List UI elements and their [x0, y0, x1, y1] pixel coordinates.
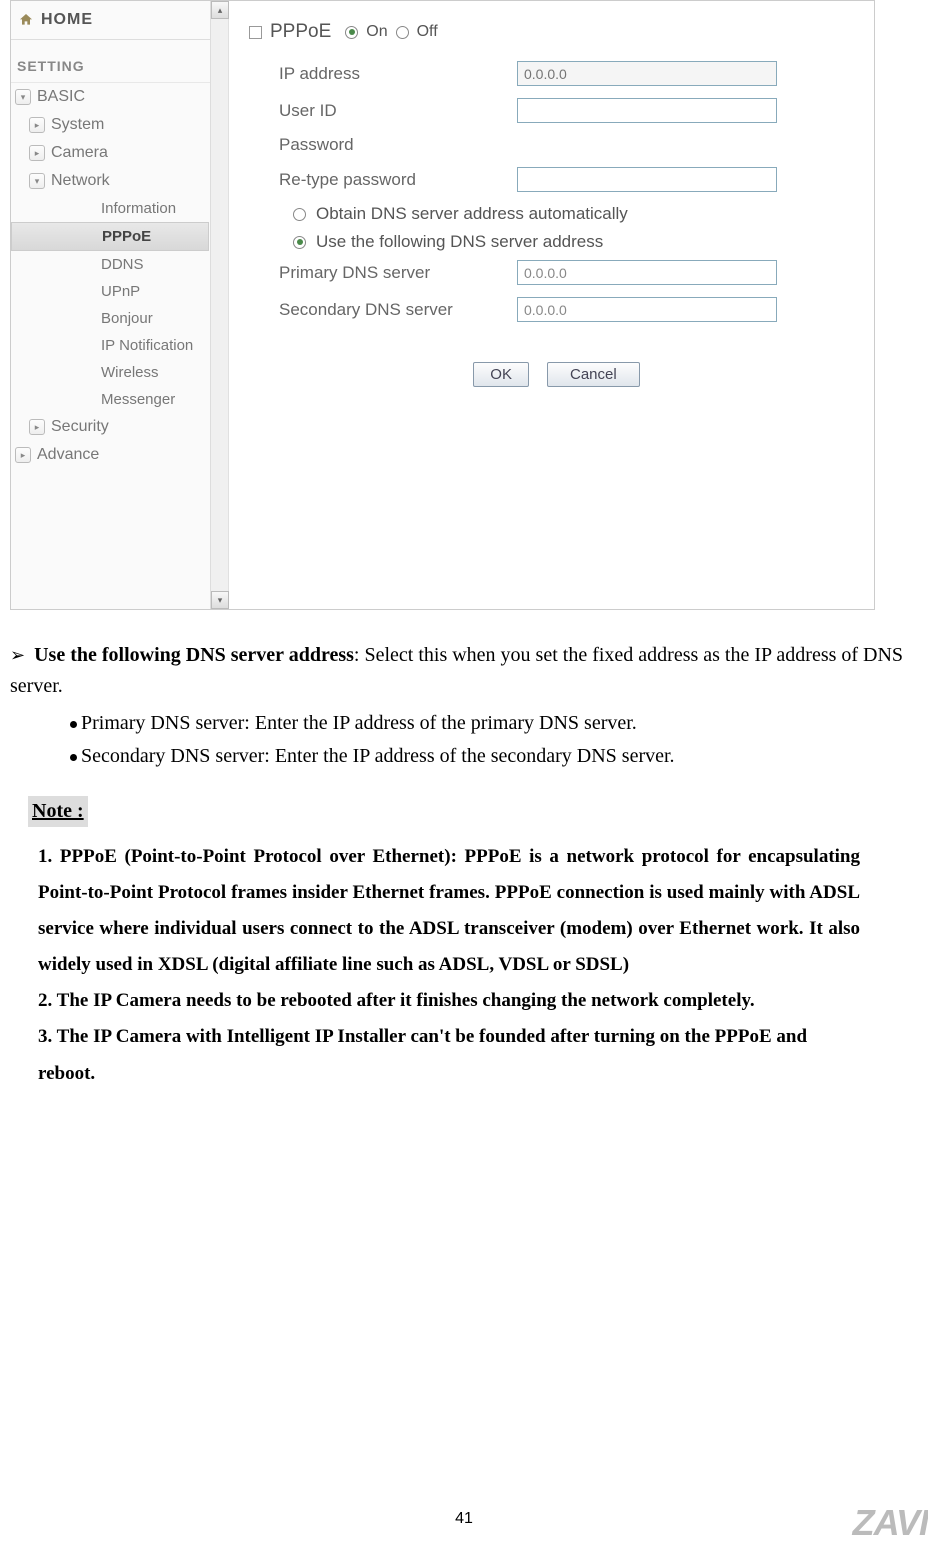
secondary-dns-bullet: Secondary DNS server: Enter the IP addre…	[10, 741, 910, 772]
pppoe-toggle-row: PPPoE On Off	[249, 21, 864, 43]
sidebar-inner: HOME SETTING ▾ BASIC ▸ System ▸ Camera ▾…	[11, 1, 211, 469]
sidebar-network-label: Network	[51, 172, 110, 190]
sidebar-security-label: Security	[51, 418, 109, 436]
label-information: Information	[101, 200, 176, 217]
sidebar-item-pppoe[interactable]: PPPoE	[11, 222, 209, 251]
chevron-down-icon: ▾	[15, 89, 31, 105]
dns-heading-bold: Use the following DNS server address	[34, 644, 354, 666]
sidebar-item-ipnotification[interactable]: IP Notification	[11, 332, 211, 359]
label-ddns: DDNS	[101, 256, 144, 273]
sidebar: HOME SETTING ▾ BASIC ▸ System ▸ Camera ▾…	[11, 1, 229, 609]
note-1: 1. PPPoE (Point-to-Point Protocol over E…	[10, 839, 910, 983]
label-upnp: UPnP	[101, 283, 140, 300]
sidebar-item-basic[interactable]: ▾ BASIC	[11, 83, 211, 111]
sidebar-item-camera[interactable]: ▸ Camera	[11, 139, 211, 167]
secondary-dns-text: Secondary DNS server: Enter the IP addre…	[81, 745, 675, 767]
chevron-down-icon: ▾	[29, 173, 45, 189]
secondary-dns-input[interactable]	[517, 297, 777, 322]
note-label: Note :	[28, 796, 88, 827]
primary-dns-bullet: Primary DNS server: Enter the IP address…	[10, 708, 910, 739]
ip-address-row: IP address	[249, 61, 864, 86]
sidebar-item-network[interactable]: ▾ Network	[11, 167, 211, 195]
sidebar-item-system[interactable]: ▸ System	[11, 111, 211, 139]
primary-dns-label: Primary DNS server	[249, 263, 509, 283]
user-id-row: User ID	[249, 98, 864, 123]
chevron-right-icon: ▸	[29, 145, 45, 161]
pppoe-off-radio[interactable]	[396, 26, 409, 39]
sidebar-basic-label: BASIC	[37, 88, 85, 106]
settings-panel: HOME SETTING ▾ BASIC ▸ System ▸ Camera ▾…	[10, 0, 875, 610]
home-icon	[17, 12, 35, 28]
note-2: 2. The IP Camera needs to be rebooted af…	[10, 983, 910, 1019]
retype-password-input[interactable]	[517, 167, 777, 192]
ip-address-label: IP address	[249, 64, 509, 84]
pppoe-on-radio[interactable]	[345, 26, 358, 39]
sidebar-item-upnp[interactable]: UPnP	[11, 278, 211, 305]
sidebar-item-messenger[interactable]: Messenger	[11, 386, 211, 413]
secondary-dns-label: Secondary DNS server	[249, 300, 509, 320]
note-3: 3. The IP Camera with Intelligent IP Ins…	[10, 1019, 910, 1091]
ok-button[interactable]: OK	[473, 362, 529, 387]
dns-heading-paragraph: ➢ Use the following DNS server address: …	[10, 640, 910, 702]
label-pppoe: PPPoE	[102, 228, 151, 245]
dns-auto-row[interactable]: Obtain DNS server address automatically	[249, 204, 864, 224]
dns-manual-label: Use the following DNS server address	[316, 232, 603, 252]
dns-manual-row[interactable]: Use the following DNS server address	[249, 232, 864, 252]
primary-dns-input[interactable]	[517, 260, 777, 285]
dns-auto-radio[interactable]	[293, 208, 306, 221]
cancel-button[interactable]: Cancel	[547, 362, 640, 387]
label-ipnotif: IP Notification	[101, 337, 193, 354]
bullet-icon	[70, 721, 77, 728]
document-text: ➢ Use the following DNS server address: …	[0, 640, 928, 1092]
pppoe-label: PPPoE	[270, 21, 331, 43]
brand-logo: ZAVI	[853, 1502, 928, 1544]
ip-address-input[interactable]	[517, 61, 777, 86]
user-id-label: User ID	[249, 101, 509, 121]
scroll-down-icon[interactable]: ▾	[211, 591, 229, 609]
chevron-right-icon: ▸	[29, 419, 45, 435]
sidebar-camera-label: Camera	[51, 144, 108, 162]
password-label: Password	[249, 135, 509, 155]
sidebar-advance-label: Advance	[37, 446, 99, 464]
label-messenger: Messenger	[101, 391, 175, 408]
sidebar-item-ddns[interactable]: DDNS	[11, 251, 211, 278]
sidebar-scrollbar[interactable]: ▴ ▾	[210, 1, 228, 609]
button-row: OK Cancel	[249, 362, 864, 387]
sidebar-item-bonjour[interactable]: Bonjour	[11, 305, 211, 332]
sidebar-section-setting: SETTING	[11, 40, 211, 83]
label-bonjour: Bonjour	[101, 310, 153, 327]
sidebar-item-wireless[interactable]: Wireless	[11, 359, 211, 386]
content-pane: PPPoE On Off IP address User ID Password…	[229, 1, 874, 609]
retype-password-label: Re-type password	[249, 170, 509, 190]
retype-password-row: Re-type password	[249, 167, 864, 192]
page-number: 41	[0, 1510, 928, 1528]
arrow-bullet-icon: ➢	[10, 645, 25, 665]
sidebar-home[interactable]: HOME	[11, 3, 211, 40]
sidebar-item-security[interactable]: ▸ Security	[11, 413, 211, 441]
pppoe-checkbox[interactable]	[249, 26, 262, 39]
sidebar-system-label: System	[51, 116, 104, 134]
label-wireless: Wireless	[101, 364, 159, 381]
sidebar-home-label: HOME	[41, 11, 93, 29]
primary-dns-row: Primary DNS server	[249, 260, 864, 285]
user-id-input[interactable]	[517, 98, 777, 123]
chevron-right-icon: ▸	[29, 117, 45, 133]
primary-dns-text: Primary DNS server: Enter the IP address…	[81, 712, 637, 734]
secondary-dns-row: Secondary DNS server	[249, 297, 864, 322]
chevron-right-icon: ▸	[15, 447, 31, 463]
dns-auto-label: Obtain DNS server address automatically	[316, 204, 628, 224]
dns-manual-radio[interactable]	[293, 236, 306, 249]
password-row: Password	[249, 135, 864, 155]
bullet-icon	[70, 754, 77, 761]
scroll-up-icon[interactable]: ▴	[211, 1, 229, 19]
pppoe-on-label: On	[366, 23, 387, 41]
sidebar-item-advance[interactable]: ▸ Advance	[11, 441, 211, 469]
sidebar-item-information[interactable]: Information	[11, 195, 211, 222]
pppoe-off-label: Off	[417, 23, 438, 41]
